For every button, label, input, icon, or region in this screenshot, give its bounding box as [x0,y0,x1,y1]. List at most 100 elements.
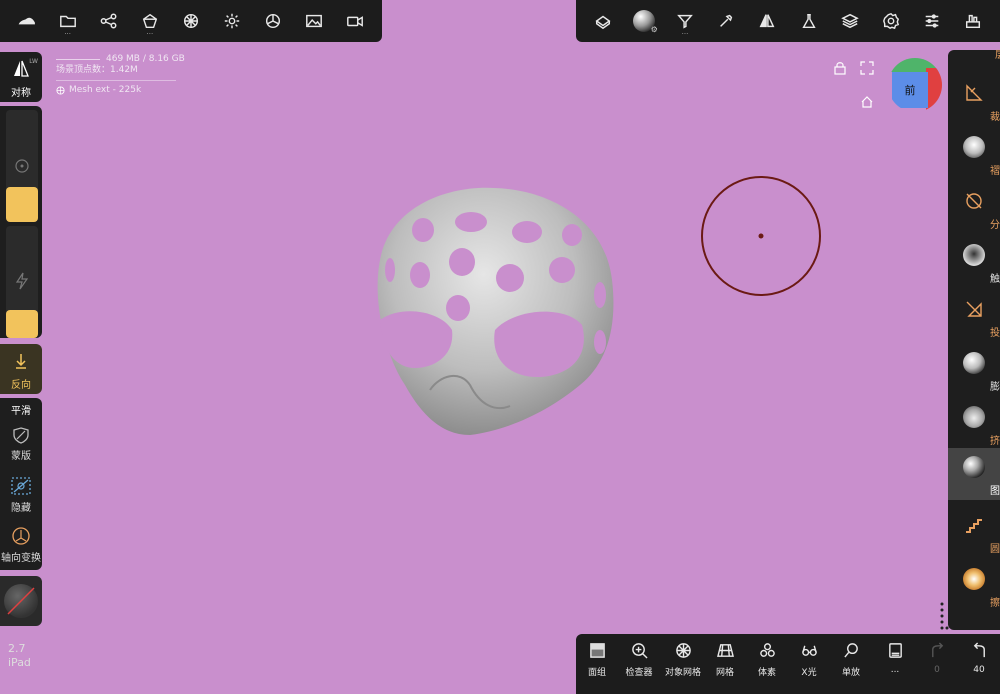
bottom-toolbar: 面组 检查器 对象网格 网格 体素 X光 单放 ... 0 40 [576,634,1000,694]
scene-icon[interactable]: ... [134,5,166,37]
tool-pinch[interactable]: 挤捏 [948,398,1000,450]
inspector-label: 检查器 [625,668,653,678]
fullscreen-icon[interactable] [860,61,874,75]
inspector-button[interactable]: 检查器 [618,642,660,684]
more-button[interactable]: ... [874,642,916,684]
facegroup-button[interactable]: 面组 [576,642,618,684]
arrow-down-icon [16,354,26,369]
voxel-icon [759,643,775,657]
folder-icon[interactable]: ... [52,5,84,37]
lock-icon[interactable] [833,61,847,75]
symmetry-button[interactable]: LW 对称 [0,52,42,102]
radius-icon [15,159,29,173]
undo-button[interactable]: 40 [958,642,1000,684]
share-icon[interactable] [93,5,125,37]
tool-tap-label: 触碰 [990,274,1000,285]
voxel-button[interactable]: 体素 [746,642,788,684]
drag-handle-icon[interactable] [938,600,950,634]
brush-cursor [701,176,821,296]
view-cube[interactable]: 前 [888,58,942,112]
hide-button[interactable]: 隐藏 [0,476,42,516]
radius-slider-fill [6,187,38,222]
filter-icon[interactable]: ... [669,5,701,37]
voxel-label: 体素 [757,668,776,678]
crease-icon [963,136,985,158]
pinch-icon [963,406,985,428]
tool-pinch-label: 挤捏 [990,436,1000,447]
symmetry-icon[interactable] [751,5,783,37]
tool-split-label: 分割 [990,220,1000,231]
memory-bar [56,59,100,60]
tool-column: 层 裁切 褶皱 分割 触碰 投射 膨胀 挤捏 图章 圆管 擦除 [948,50,1000,630]
video-icon[interactable] [339,5,371,37]
mask-button[interactable]: 蒙版 [0,426,42,466]
home-icon[interactable] [860,95,874,109]
mesh-small-icon [56,86,65,95]
sliders-icon[interactable] [916,5,948,37]
sculpt-mesh[interactable] [360,180,630,445]
tool-project-label: 投射 [990,328,1000,339]
cloud-icon[interactable] [11,5,43,37]
scene-stats: 469 MB / 8.16 GB 场景顶点数：1.42M Mesh ext - … [56,54,185,96]
layers-icon[interactable] [834,5,866,37]
trim-icon [966,84,983,101]
redo-button[interactable]: 0 [916,642,958,684]
gizmo-icon[interactable] [587,5,619,37]
image-icon[interactable] [298,5,330,37]
axis-transform-button[interactable]: 轴向变换 [0,526,42,566]
view-cube-right [926,68,942,112]
tool-inflate[interactable]: 膨胀 [948,344,1000,396]
grid-button[interactable]: 网格 [704,642,746,684]
axis-transform-label: 轴向变换 [1,553,41,564]
isolate-label: 单放 [841,668,860,678]
no-alpha-icon [7,587,35,615]
axis-transform-icon [12,527,30,545]
tool-tap[interactable]: 触碰 [948,236,1000,288]
reverse-button[interactable]: 反向 [0,344,42,394]
isolate-icon [843,643,858,658]
more-label: ... [890,665,900,675]
mask-icon [13,427,29,444]
hide-icon [11,477,31,495]
tool-layer[interactable]: 层 [948,46,1000,61]
picker-icon[interactable] [710,5,742,37]
object-grid-button[interactable]: 对象网格 [662,642,704,684]
brush-sliders [0,106,42,338]
facegroup-icon [589,643,605,658]
left-tools-panel: 平滑 蒙版 隐藏 轴向变换 [0,398,42,570]
tool-split[interactable]: 分割 [948,182,1000,234]
vertex-count: 场景顶点数：1.42M [56,65,138,75]
project-icon [966,301,982,317]
symmetry-label: 对称 [11,88,31,99]
object-grid-icon [675,643,691,658]
light-icon[interactable] [216,5,248,37]
inflate-icon [963,352,985,374]
settings-icon[interactable] [875,5,907,37]
tools-icon[interactable] [957,5,989,37]
tool-erase[interactable]: 擦除 [948,560,1000,612]
tool-stamp-label: 图章 [990,486,1000,497]
grid-label: 网格 [715,668,734,678]
tool-project[interactable]: 投射 [948,290,1000,342]
tool-stamp[interactable]: 图章 [948,448,1000,500]
top-right-toolbar: ⚙ ... [576,0,1000,42]
mesh-icon[interactable] [175,5,207,37]
object-grid-label: 对象网格 [664,668,701,678]
tool-crease[interactable]: 褶皱 [948,128,1000,180]
version-info: 2.7 iPad [8,642,31,670]
smooth-button[interactable]: 平滑 [0,402,42,417]
material-icon[interactable] [257,5,289,37]
alpha-preview[interactable] [0,576,42,626]
more-icon [888,643,902,658]
flask-icon[interactable] [793,5,825,37]
intensity-icon [15,272,29,290]
hide-label: 隐藏 [11,503,31,514]
isolate-button[interactable]: 单放 [830,642,872,684]
tool-tube[interactable]: 圆管 [948,506,1000,558]
matcap-icon[interactable]: ⚙ [628,5,660,37]
intensity-slider-fill [6,310,38,338]
xray-button[interactable]: X光 [788,642,830,684]
tool-layer-label: 层 [974,46,1000,61]
stamp-icon [963,456,985,478]
tool-trim[interactable]: 裁切 [948,74,1000,126]
